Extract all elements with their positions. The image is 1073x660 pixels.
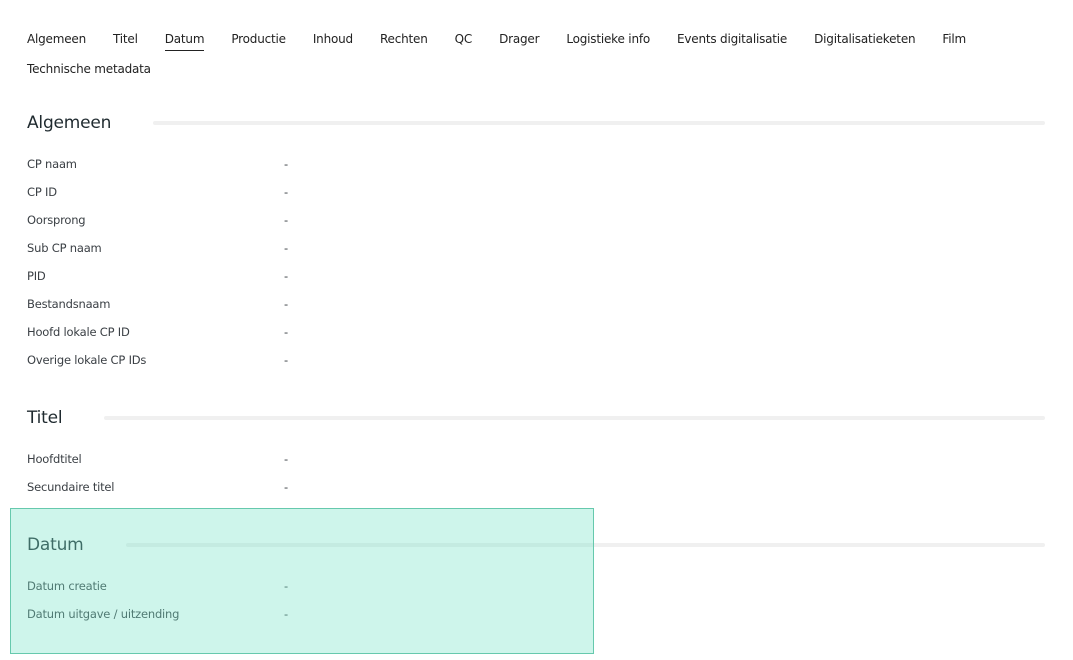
field-value: -	[284, 297, 289, 311]
field-row-datum-uitgave: Datum uitgave / uitzending -	[27, 600, 1045, 628]
section-divider	[104, 416, 1045, 420]
section-title: Titel	[27, 408, 63, 428]
field-label: CP naam	[27, 157, 77, 171]
field-row-cp-id: CP ID -	[27, 178, 1045, 206]
tab-titel[interactable]: Titel	[113, 30, 138, 51]
field-label: Datum uitgave / uitzending	[27, 607, 180, 621]
field-label: Bestandsnaam	[27, 297, 111, 311]
tab-technische-metadata[interactable]: Technische metadata	[27, 60, 151, 80]
section-header: Algemeen	[27, 110, 1045, 136]
field-label: Hoofd lokale CP ID	[27, 325, 130, 339]
field-label: Sub CP naam	[27, 241, 102, 255]
section-header: Datum	[27, 532, 1045, 558]
tab-qc[interactable]: QC	[455, 30, 473, 51]
section-title: Algemeen	[27, 113, 112, 133]
field-label: Datum creatie	[27, 579, 107, 593]
tab-events-digitalisatie[interactable]: Events digitalisatie	[677, 30, 787, 51]
section-datum: Datum Datum creatie - Datum uitgave / ui…	[27, 532, 1045, 628]
metadata-page: Algemeen Titel Datum Productie Inhoud Re…	[0, 0, 1073, 660]
field-label: CP ID	[27, 185, 57, 199]
section-divider	[153, 121, 1045, 125]
field-value: -	[284, 325, 289, 339]
field-value: -	[284, 185, 289, 199]
field-value: -	[284, 579, 289, 593]
field-label: Oorsprong	[27, 213, 86, 227]
field-value: -	[284, 157, 289, 171]
field-value: -	[284, 241, 289, 255]
field-row-datum-creatie: Datum creatie -	[27, 572, 1045, 600]
tab-bar: Algemeen Titel Datum Productie Inhoud Re…	[27, 30, 1027, 80]
tab-film[interactable]: Film	[942, 30, 966, 51]
field-value: -	[284, 452, 289, 466]
field-value: -	[284, 353, 289, 367]
field-row-secundaire-titel: Secundaire titel -	[27, 473, 1045, 501]
section-header: Titel	[27, 405, 1045, 431]
tab-rechten[interactable]: Rechten	[380, 30, 428, 51]
field-value: -	[284, 213, 289, 227]
field-row-overige-lokale-cp-ids: Overige lokale CP IDs -	[27, 346, 1045, 374]
tab-logistieke-info[interactable]: Logistieke info	[566, 30, 650, 51]
tab-datum[interactable]: Datum	[164, 30, 205, 51]
tab-productie[interactable]: Productie	[231, 30, 286, 51]
field-value: -	[284, 269, 289, 283]
field-row-sub-cp-naam: Sub CP naam -	[27, 234, 1045, 262]
field-list: Hoofdtitel - Secundaire titel -	[27, 445, 1045, 501]
tab-digitalisatieketen[interactable]: Digitalisatieketen	[814, 30, 915, 51]
field-row-pid: PID -	[27, 262, 1045, 290]
tab-algemeen[interactable]: Algemeen	[27, 30, 86, 51]
field-label: Secundaire titel	[27, 480, 115, 494]
field-list: CP naam - CP ID - Oorsprong - Sub CP naa…	[27, 150, 1045, 374]
tab-inhoud[interactable]: Inhoud	[313, 30, 353, 51]
tab-drager[interactable]: Drager	[499, 30, 539, 51]
field-label: Overige lokale CP IDs	[27, 353, 147, 367]
field-value: -	[284, 607, 289, 621]
field-row-cp-naam: CP naam -	[27, 150, 1045, 178]
section-title: Datum	[27, 535, 84, 555]
field-label: Hoofdtitel	[27, 452, 82, 466]
section-titel: Titel Hoofdtitel - Secundaire titel -	[27, 405, 1045, 501]
field-label: PID	[27, 269, 46, 283]
field-row-hoofd-lokale-cp-id: Hoofd lokale CP ID -	[27, 318, 1045, 346]
field-value: -	[284, 480, 289, 494]
field-row-oorsprong: Oorsprong -	[27, 206, 1045, 234]
field-row-hoofdtitel: Hoofdtitel -	[27, 445, 1045, 473]
section-algemeen: Algemeen CP naam - CP ID - Oorsprong - S…	[27, 110, 1045, 374]
field-row-bestandsnaam: Bestandsnaam -	[27, 290, 1045, 318]
section-divider	[125, 543, 1045, 547]
field-list: Datum creatie - Datum uitgave / uitzendi…	[27, 572, 1045, 628]
